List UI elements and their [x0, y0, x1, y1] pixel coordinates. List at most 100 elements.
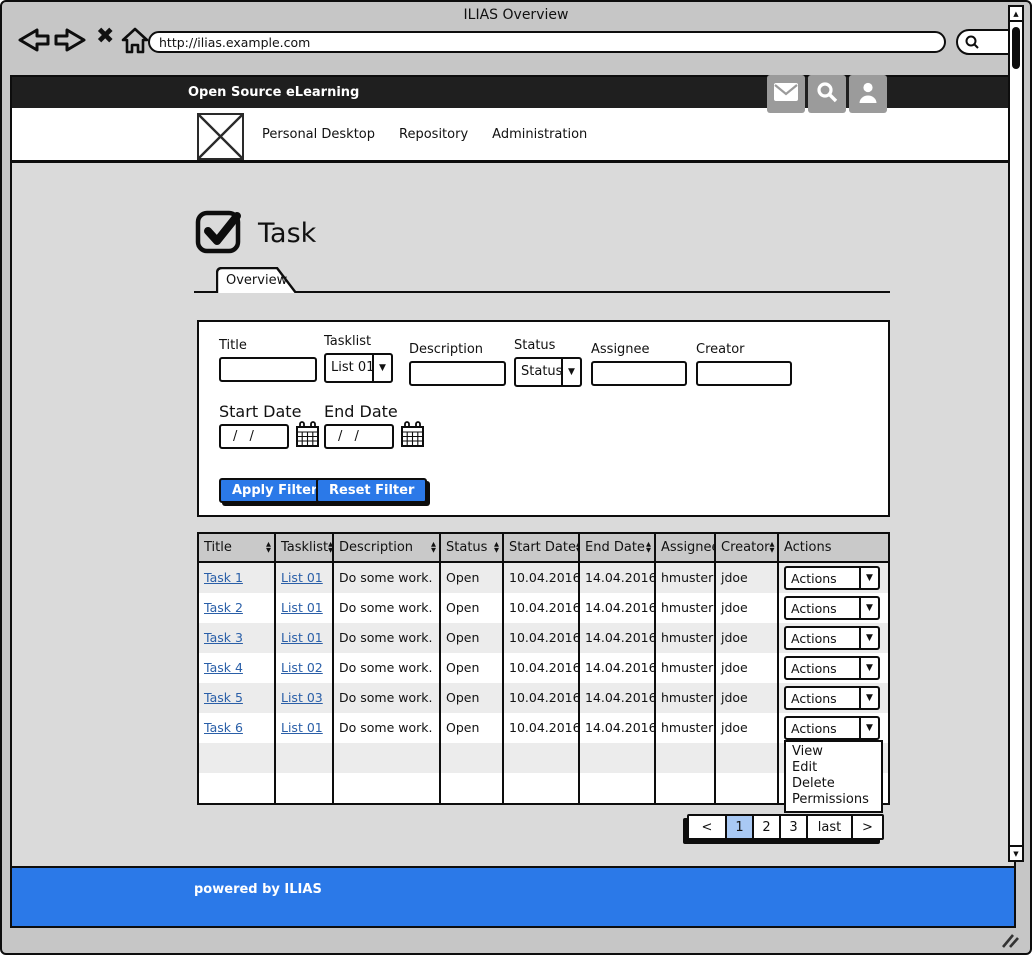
forward-button[interactable] — [54, 26, 88, 54]
user-button[interactable] — [849, 75, 887, 113]
cell-status: Open — [441, 683, 504, 713]
pagination-button-2[interactable]: 2 — [752, 816, 779, 838]
menu-item-edit[interactable]: Edit — [786, 760, 881, 776]
status-select[interactable]: Status▼ — [514, 357, 582, 387]
task-checkbox-icon — [194, 205, 248, 259]
end_date-input[interactable]: / / — [324, 424, 394, 449]
task-link[interactable]: Task 1 — [204, 570, 243, 585]
cell-start — [504, 773, 580, 803]
cell-title: Task 6 — [199, 713, 276, 743]
start_date-input[interactable]: / / — [219, 424, 289, 449]
page-footer: powered by ILIAS — [12, 866, 1014, 928]
cell-end — [580, 773, 656, 803]
sort-icon[interactable]: ▲▼ — [266, 542, 271, 553]
creator-input[interactable] — [696, 361, 792, 386]
table-row: Task 1List 01Do some work.Open10.04.2016… — [199, 563, 888, 593]
title-input[interactable] — [219, 357, 317, 382]
apply-filter-button[interactable]: Apply Filter — [219, 478, 330, 503]
cell-actions: Actions▼ — [779, 593, 888, 623]
url-text: http://ilias.example.com — [159, 35, 310, 50]
calendar-icon[interactable] — [400, 421, 425, 452]
row-actions-select[interactable]: Actions▼ — [784, 656, 880, 680]
menu-item-view[interactable]: View — [786, 744, 881, 760]
vertical-scrollbar[interactable]: ▲ ▼ — [1008, 5, 1024, 862]
search-button[interactable] — [808, 75, 846, 113]
tab-rule — [194, 291, 890, 293]
task-link[interactable]: Task 3 — [204, 630, 243, 645]
tasklist-link[interactable]: List 02 — [281, 660, 323, 675]
column-header-creator[interactable]: Creator▲▼ — [716, 534, 779, 561]
back-button[interactable] — [16, 26, 50, 54]
reset-filter-button[interactable]: Reset Filter — [316, 478, 427, 503]
cell-tasklist: List 02 — [276, 653, 334, 683]
column-header-description[interactable]: Description▲▼ — [334, 534, 441, 561]
pagination-button-1[interactable]: 1 — [725, 816, 752, 838]
cell-start: 10.04.2016 — [504, 683, 580, 713]
column-header-assignee[interactable]: Assignee▲▼ — [656, 534, 716, 561]
nav-item-repository[interactable]: Repository — [399, 127, 468, 142]
filter-field-start_date: Start Date/ / — [219, 402, 320, 452]
scroll-up-arrow-icon[interactable]: ▲ — [1010, 7, 1022, 22]
cell-status: Open — [441, 713, 504, 743]
task-link[interactable]: Task 6 — [204, 720, 243, 735]
cell-status — [441, 743, 504, 773]
row-actions-select[interactable]: Actions▼ — [784, 686, 880, 710]
task-link[interactable]: Task 4 — [204, 660, 243, 675]
pagination-button-next[interactable]: > — [851, 816, 882, 838]
url-input[interactable]: http://ilias.example.com — [148, 31, 946, 53]
tab-overview[interactable]: Overview — [216, 267, 298, 293]
cell-creator: jdoe — [716, 593, 779, 623]
tasklist-link[interactable]: List 01 — [281, 720, 323, 735]
sort-icon[interactable]: ▲▼ — [328, 542, 333, 553]
nav-item-personal-desktop[interactable]: Personal Desktop — [262, 127, 375, 142]
sort-icon[interactable]: ▲▼ — [431, 542, 436, 553]
task-link[interactable]: Task 2 — [204, 600, 243, 615]
browser-window: ILIAS Overview ✖ http://ilias.example.co… — [0, 0, 1032, 955]
column-header-title[interactable]: Title▲▼ — [199, 534, 276, 561]
row-actions-select[interactable]: Actions▼ — [784, 566, 880, 590]
cell-title: Task 2 — [199, 593, 276, 623]
resize-grip-icon[interactable] — [999, 933, 1021, 953]
home-button[interactable] — [120, 26, 150, 56]
row-actions-select[interactable]: Actions▼ — [784, 716, 880, 740]
tasklist-link[interactable]: List 03 — [281, 690, 323, 705]
cell-title: Task 5 — [199, 683, 276, 713]
nav-item-administration[interactable]: Administration — [492, 127, 587, 142]
description-input[interactable] — [409, 361, 506, 386]
sort-icon[interactable]: ▲▼ — [770, 542, 775, 553]
pagination-button-prev[interactable]: < — [689, 816, 725, 838]
sort-icon[interactable]: ▲▼ — [494, 542, 499, 553]
column-header-status[interactable]: Status▲▼ — [441, 534, 504, 561]
cell-status — [441, 773, 504, 803]
tasklist-link[interactable]: List 01 — [281, 630, 323, 645]
pagination-button-last[interactable]: last — [806, 816, 851, 838]
column-header-tasklist[interactable]: Tasklist▲▼ — [276, 534, 334, 561]
menu-item-delete[interactable]: Delete — [786, 776, 881, 792]
scrollbar-thumb[interactable] — [1012, 27, 1020, 69]
page-content: Task Overview TitleTasklistList 01▼Descr… — [12, 163, 1014, 866]
table-row: Task 2List 01Do some work.Open10.04.2016… — [199, 593, 888, 623]
table-row: Task 4List 02Do some work.Open10.04.2016… — [199, 653, 888, 683]
sort-icon[interactable]: ▲▼ — [646, 542, 651, 553]
cell-start: 10.04.2016 — [504, 563, 580, 593]
stop-button[interactable]: ✖ — [96, 24, 114, 49]
calendar-icon[interactable] — [295, 421, 320, 452]
column-header-start-date[interactable]: Start Date▲▼ — [504, 534, 580, 561]
scroll-down-arrow-icon[interactable]: ▼ — [1010, 845, 1022, 860]
logo-placeholder[interactable] — [197, 113, 244, 160]
cell-actions: Actions▼ — [779, 713, 888, 743]
row-actions-select[interactable]: Actions▼ — [784, 626, 880, 650]
column-header-end-date[interactable]: End Date▲▼ — [580, 534, 656, 561]
assignee-input[interactable] — [591, 361, 687, 386]
cell-tasklist: List 01 — [276, 593, 334, 623]
tasklist-link[interactable]: List 01 — [281, 600, 323, 615]
tasklist-select[interactable]: List 01▼ — [324, 353, 393, 383]
cell-start: 10.04.2016 — [504, 713, 580, 743]
task-link[interactable]: Task 5 — [204, 690, 243, 705]
tasklist-link[interactable]: List 01 — [281, 570, 323, 585]
row-actions-select[interactable]: Actions▼ — [784, 596, 880, 620]
pagination-button-3[interactable]: 3 — [779, 816, 806, 838]
menu-item-permissions[interactable]: Permissions — [786, 792, 881, 808]
mail-button[interactable] — [767, 75, 805, 113]
tasklist-label: Tasklist — [324, 334, 393, 349]
